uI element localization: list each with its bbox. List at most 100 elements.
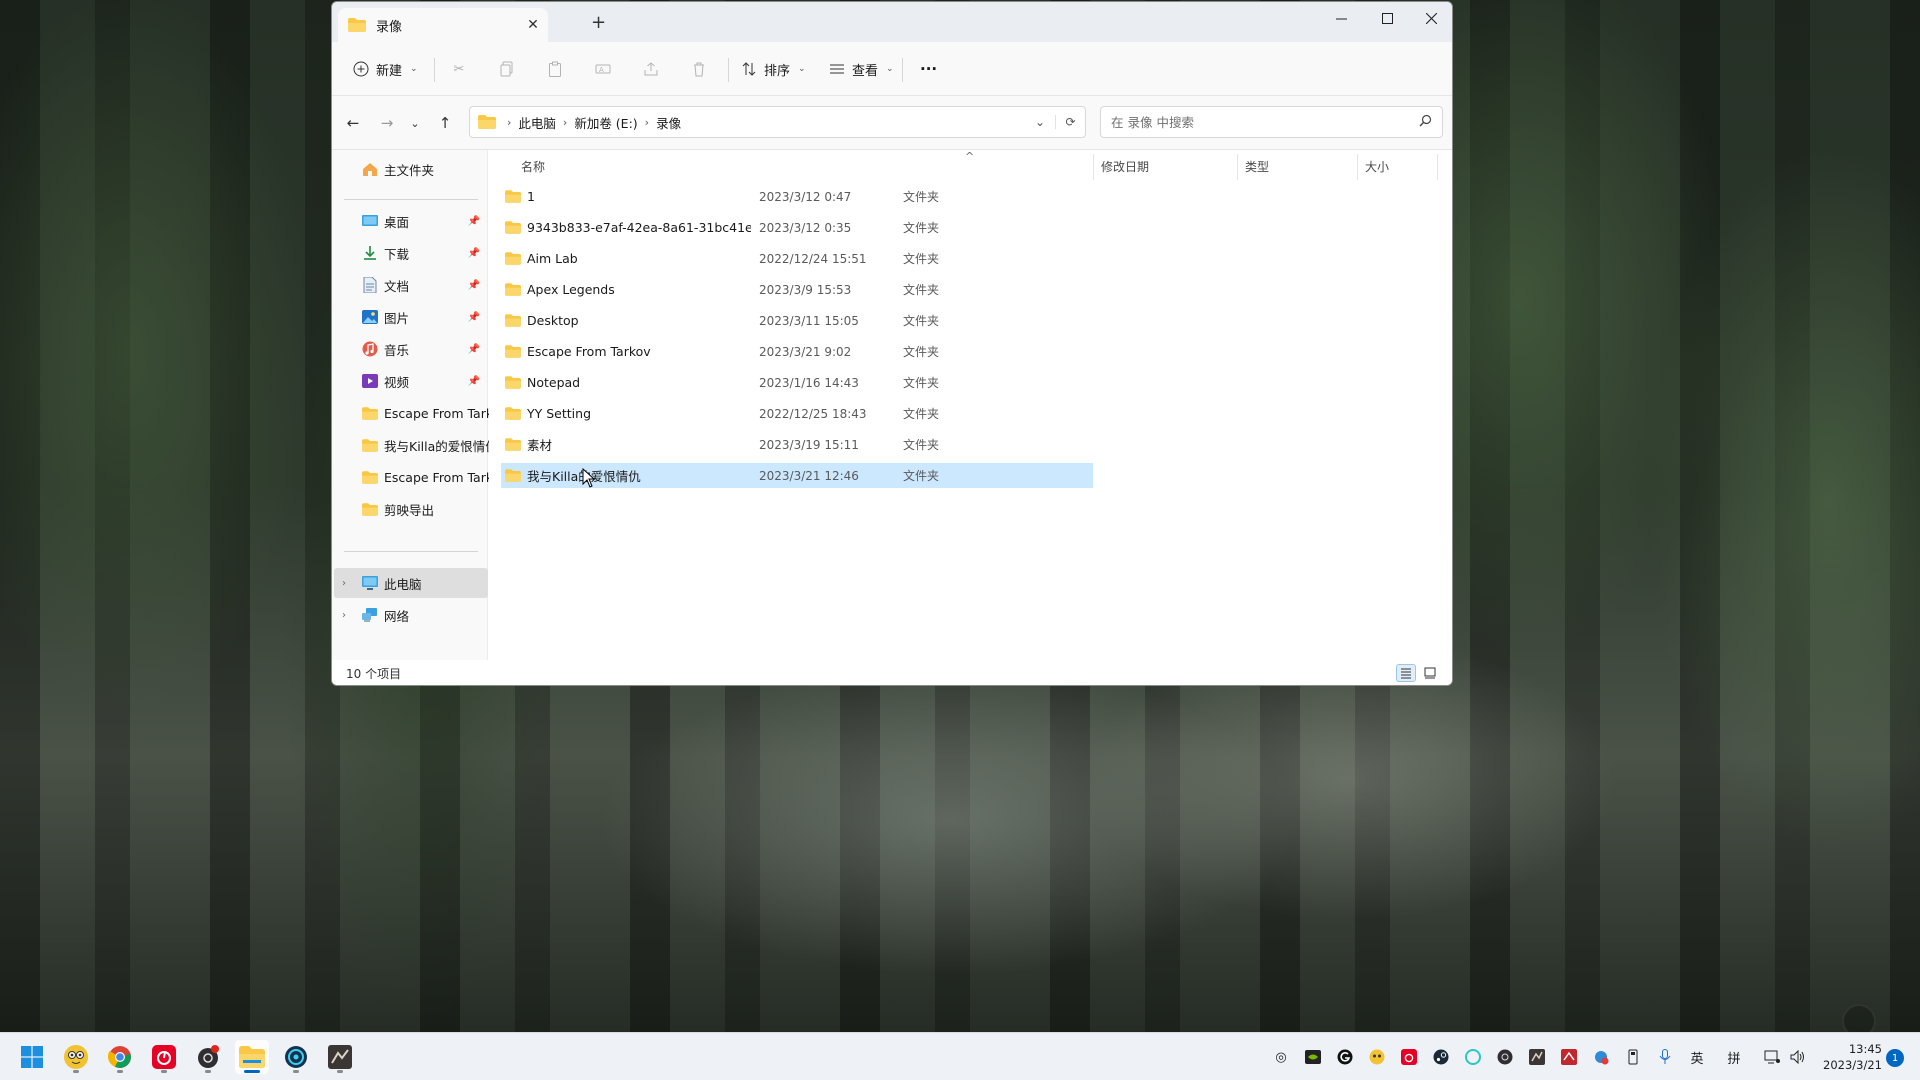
taskbar-app-netease-music[interactable] xyxy=(147,1040,181,1074)
tray-g-hub-icon[interactable] xyxy=(1335,1047,1355,1067)
sort-button[interactable]: 排序 ⌄ xyxy=(740,56,806,82)
file-list: 名称 ^ 修改日期 类型 大小 1 2023/3/12 0:47 文件夹 9343b8… xyxy=(489,150,1452,660)
table-row[interactable]: Escape From Tarkov 2023/3/21 9:02 文件夹 xyxy=(501,339,1093,364)
sidebar-item-this-pc[interactable]: › 此电脑 xyxy=(334,568,488,598)
table-row[interactable]: 素材 2023/3/19 15:11 文件夹 xyxy=(501,432,1093,457)
column-separator[interactable] xyxy=(1093,154,1094,180)
tab-recordings[interactable]: 录像 ✕ xyxy=(338,8,548,42)
taskbar-app-obs[interactable] xyxy=(191,1040,225,1074)
breadcrumb-drive-e[interactable]: 新加卷 (E:) xyxy=(574,113,637,132)
table-row[interactable]: Apex Legends 2023/3/9 15:53 文件夹 xyxy=(501,277,1093,302)
tray-microphone-icon[interactable] xyxy=(1655,1047,1675,1067)
breadcrumb-recordings[interactable]: 录像 xyxy=(656,113,681,132)
search-icon[interactable] xyxy=(1419,114,1432,130)
file-date: 2023/3/12 0:47 xyxy=(759,189,852,204)
share-button[interactable] xyxy=(642,56,660,82)
column-separator[interactable] xyxy=(1357,154,1358,180)
tray-nvidia-icon[interactable] xyxy=(1303,1047,1323,1067)
start-button[interactable] xyxy=(15,1040,49,1074)
minimize-button[interactable] xyxy=(1318,2,1364,34)
ime-mode-indicator[interactable]: 拼 xyxy=(1724,1047,1744,1067)
forward-button[interactable]: → xyxy=(374,110,400,136)
details-view-button[interactable] xyxy=(1396,664,1416,682)
tray-obs-icon[interactable] xyxy=(1495,1047,1515,1067)
file-type: 文件夹 xyxy=(903,190,940,204)
pin-icon[interactable]: 📌 xyxy=(468,280,480,291)
chevron-right-icon[interactable]: › xyxy=(342,578,346,589)
file-name-cell: 我与Killa的爱恨情仇 xyxy=(501,466,751,485)
file-type: 文件夹 xyxy=(903,438,940,452)
copy-button[interactable] xyxy=(498,56,516,82)
sidebar-item-network[interactable]: › 网络 xyxy=(334,600,488,630)
ime-language-indicator[interactable]: 英 xyxy=(1687,1047,1707,1067)
tray-volume-icon[interactable] xyxy=(1788,1047,1808,1067)
folder-icon xyxy=(362,405,378,421)
new-tab-button[interactable]: + xyxy=(591,12,606,33)
sidebar-divider xyxy=(344,551,478,552)
pin-icon[interactable]: 📌 xyxy=(468,216,480,227)
address-history-chevron-icon[interactable]: ⌄ xyxy=(1025,115,1055,129)
folder-icon xyxy=(505,345,521,358)
rename-button[interactable]: A xyxy=(594,56,612,82)
pin-icon[interactable]: 📌 xyxy=(468,248,480,259)
tiles-view-button[interactable] xyxy=(1420,664,1440,682)
chevron-right-icon[interactable]: › xyxy=(342,610,346,621)
refresh-icon[interactable]: ⟳ xyxy=(1055,115,1085,129)
tray-red-app-icon[interactable] xyxy=(1559,1047,1579,1067)
folder-icon xyxy=(505,438,521,451)
column-header-size[interactable]: 大小 xyxy=(1365,150,1435,182)
column-header-name[interactable]: 名称 xyxy=(521,150,741,182)
tray-capture-icon[interactable]: ◎ xyxy=(1271,1047,1291,1067)
pin-icon[interactable]: 📌 xyxy=(468,312,480,323)
maximize-button[interactable] xyxy=(1364,2,1410,34)
address-bar[interactable]: › 此电脑 › 新加卷 (E:) › 录像 ⌄ ⟳ xyxy=(469,106,1086,138)
pin-icon[interactable]: 📌 xyxy=(468,344,480,355)
view-button[interactable]: 查看 ⌄ xyxy=(828,56,894,82)
cut-button[interactable]: ✂ xyxy=(450,56,468,82)
tray-netease-music-icon[interactable] xyxy=(1399,1047,1419,1067)
details-view-icon xyxy=(1401,668,1411,679)
recent-locations-button[interactable]: ⌄ xyxy=(402,110,428,136)
tray-steam-icon[interactable] xyxy=(1431,1047,1451,1067)
tray-network-shield-icon[interactable] xyxy=(1591,1047,1611,1067)
pin-icon[interactable]: 📌 xyxy=(468,376,480,387)
table-row[interactable]: YY Setting 2022/12/25 18:43 文件夹 xyxy=(501,401,1093,426)
paste-button[interactable] xyxy=(546,56,564,82)
table-row[interactable]: Desktop 2023/3/11 15:05 文件夹 xyxy=(501,308,1093,333)
tray-mascot-icon[interactable] xyxy=(1367,1047,1387,1067)
tray-game-icon[interactable] xyxy=(1527,1047,1547,1067)
search-box[interactable] xyxy=(1100,106,1443,138)
column-header-type[interactable]: 类型 xyxy=(1245,150,1355,182)
file-name-cell: Notepad xyxy=(501,375,751,390)
close-window-button[interactable] xyxy=(1408,2,1452,34)
tab-close-button[interactable]: ✕ xyxy=(518,17,548,33)
more-options-button[interactable]: ··· xyxy=(920,56,937,82)
breadcrumb-this-pc[interactable]: 此电脑 xyxy=(518,113,556,132)
tray-network-icon[interactable] xyxy=(1762,1047,1782,1067)
title-bar[interactable]: 录像 ✕ + xyxy=(332,2,1452,42)
tray-usb-device-icon[interactable] xyxy=(1623,1047,1643,1067)
notification-badge[interactable]: 1 xyxy=(1886,1049,1904,1067)
taskbar-app-game[interactable] xyxy=(323,1040,357,1074)
file-name: Notepad xyxy=(527,375,581,390)
taskbar-app-steelseries[interactable] xyxy=(279,1040,313,1074)
search-input[interactable] xyxy=(1111,114,1419,130)
taskbar-app-chrome[interactable] xyxy=(103,1040,137,1074)
column-header-date[interactable]: 修改日期 xyxy=(1101,150,1231,182)
system-clock[interactable]: 13:45 2023/3/21 xyxy=(1818,1041,1882,1073)
table-row[interactable]: 1 2023/3/12 0:47 文件夹 xyxy=(501,184,1093,209)
table-row[interactable]: Aim Lab 2022/12/24 15:51 文件夹 xyxy=(501,246,1093,271)
tray-steelseries-icon[interactable] xyxy=(1463,1047,1483,1067)
taskbar-app-file-explorer[interactable] xyxy=(235,1040,269,1074)
column-header-size-label: 大小 xyxy=(1365,159,1390,174)
table-row[interactable]: Notepad 2023/1/16 14:43 文件夹 xyxy=(501,370,1093,395)
taskbar-app-character[interactable] xyxy=(59,1040,93,1074)
table-row[interactable]: 9343b833-e7af-42ea-8a61-31bc41ee... 2023/… xyxy=(501,215,1093,240)
back-button[interactable]: ← xyxy=(340,110,366,136)
up-button[interactable]: ↑ xyxy=(432,110,458,136)
column-separator[interactable] xyxy=(1437,154,1438,180)
new-button[interactable]: 新建 ⌄ xyxy=(352,56,418,82)
column-separator[interactable] xyxy=(1237,154,1238,180)
file-date: 2023/3/21 9:02 xyxy=(759,344,852,359)
delete-button[interactable] xyxy=(690,56,708,82)
